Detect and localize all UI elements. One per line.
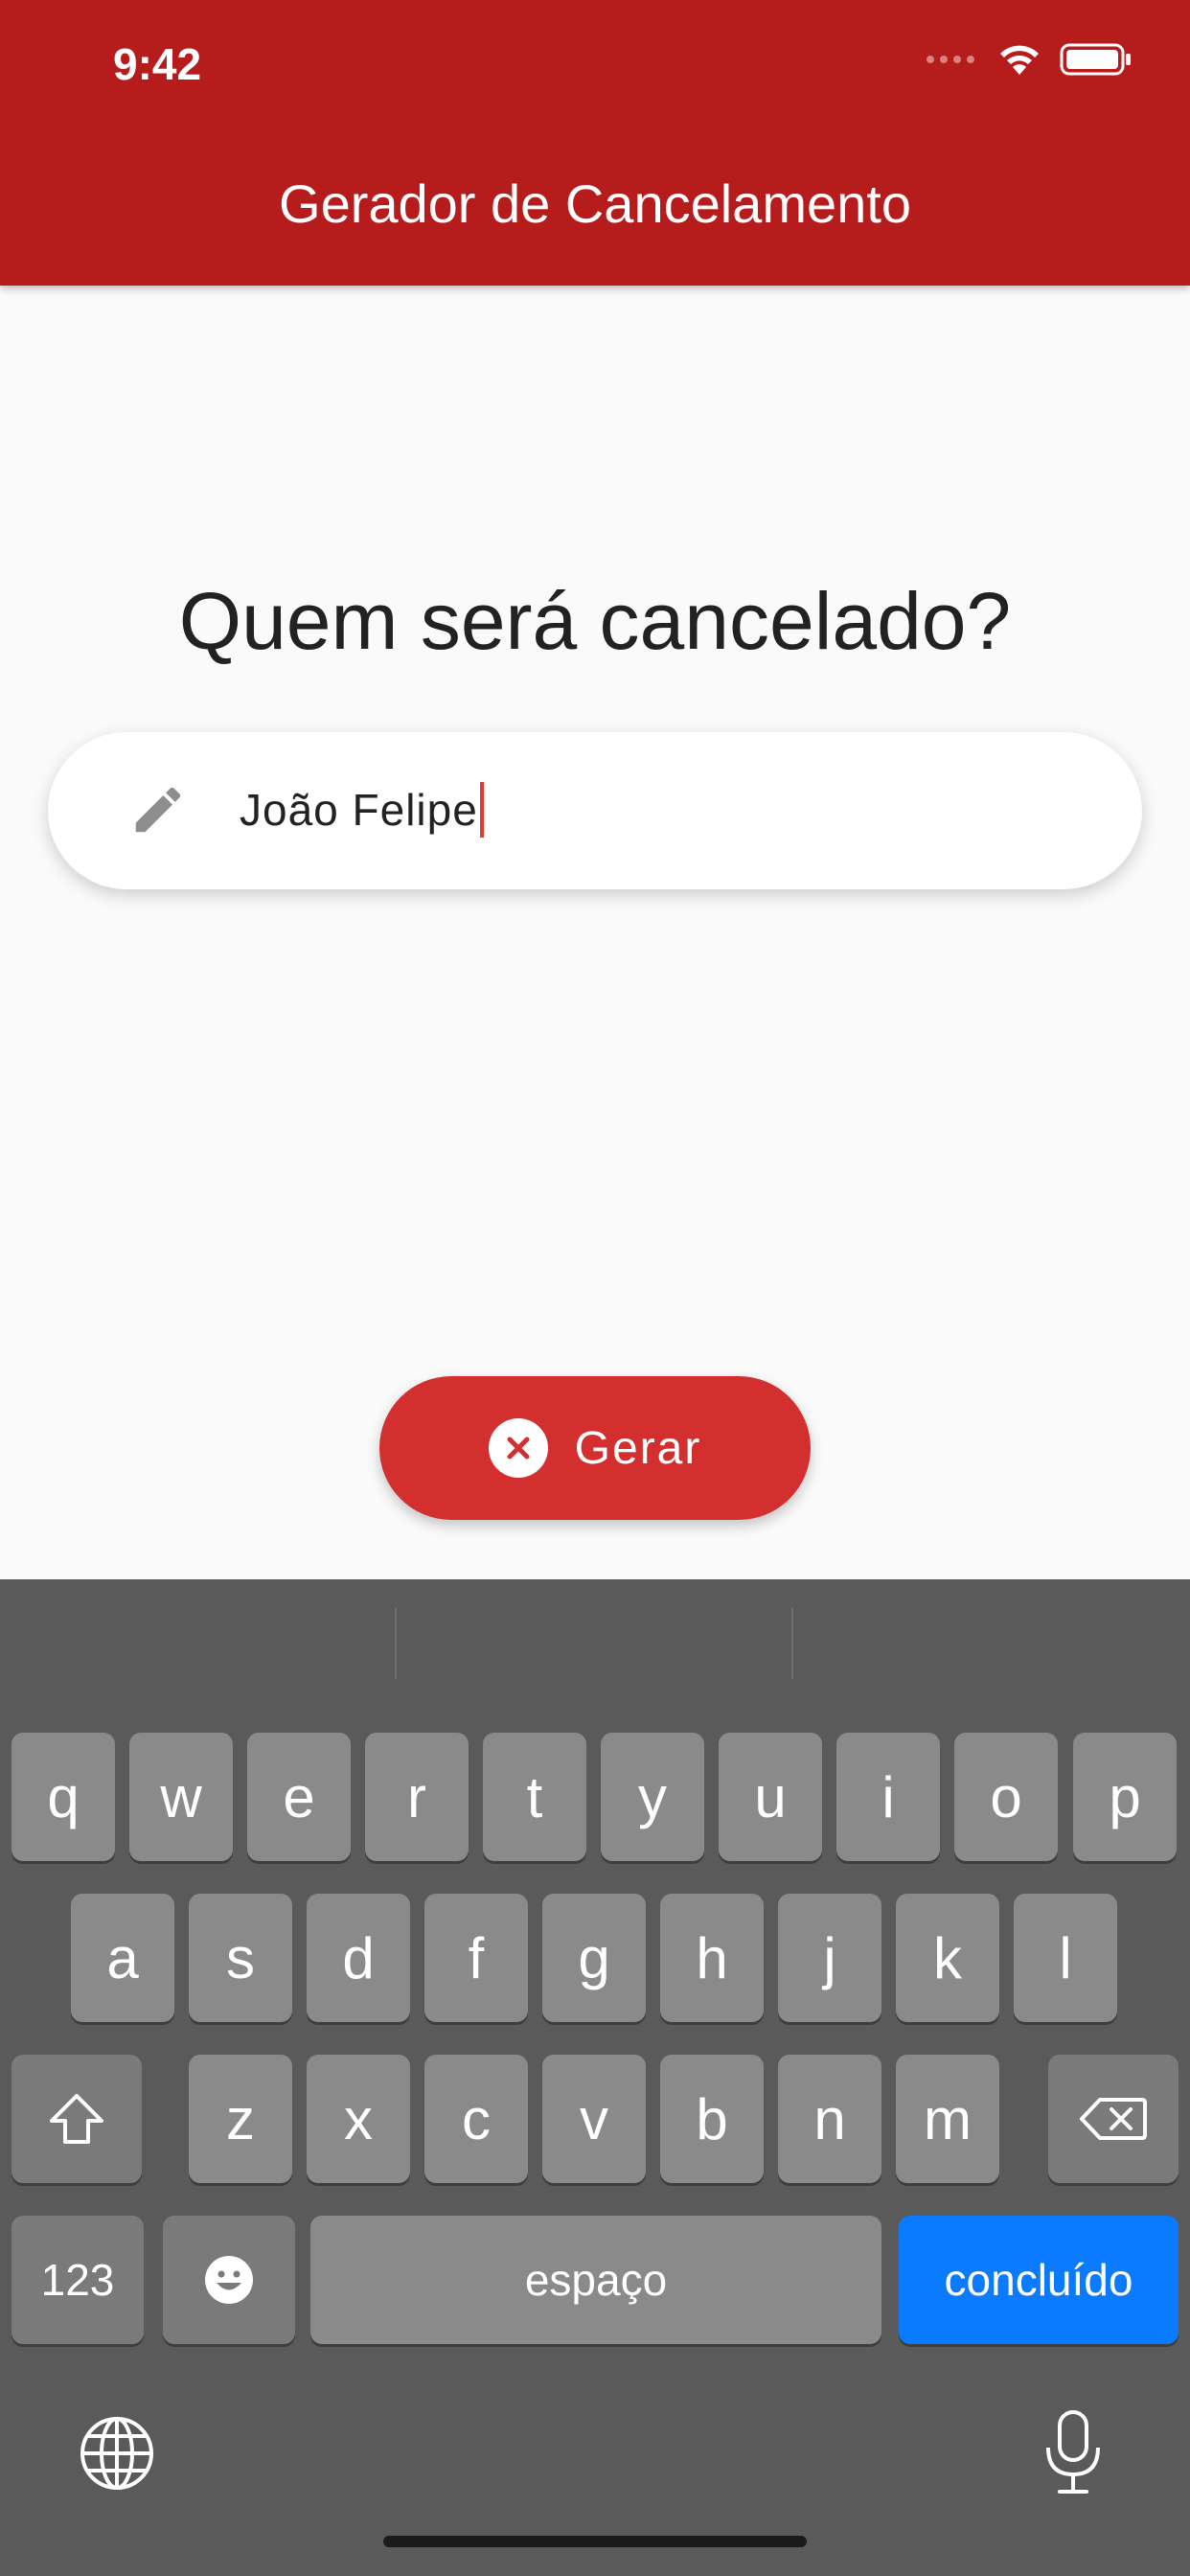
key-n[interactable]: n [778,2055,881,2183]
name-input-value: João Felipe [240,782,484,838]
key-o[interactable]: o [954,1733,1058,1861]
page-question: Quem será cancelado? [178,576,1012,666]
text-caret [479,782,484,838]
done-key[interactable]: concluído [899,2216,1179,2344]
key-y[interactable]: y [601,1733,704,1861]
key-r[interactable]: r [365,1733,469,1861]
key-f[interactable]: f [424,1894,528,2022]
key-g[interactable]: g [542,1894,646,2022]
wifi-icon [1000,45,1039,75]
key-w[interactable]: w [129,1733,233,1861]
microphone-icon[interactable] [1042,2409,1104,2496]
emoji-key[interactable] [163,2216,295,2344]
key-x[interactable]: x [307,2055,410,2183]
key-p[interactable]: p [1073,1733,1177,1861]
generate-button[interactable]: Gerar [379,1376,811,1520]
keyboard: q w e r t y u i o p a s d f g h j k l z … [0,1579,1190,2576]
suggestion-divider [791,1608,793,1679]
backspace-icon [1080,2098,1147,2140]
key-c[interactable]: c [424,2055,528,2183]
key-h[interactable]: h [660,1894,764,2022]
emoji-icon [205,2256,253,2304]
suggestion-divider [395,1608,397,1679]
key-j[interactable]: j [778,1894,881,2022]
key-a[interactable]: a [71,1894,174,2022]
shift-icon [50,2094,103,2144]
status-time: 9:42 [113,39,202,89]
generate-button-label: Gerar [574,1422,702,1474]
key-z[interactable]: z [189,2055,292,2183]
name-input[interactable]: João Felipe [48,732,1142,889]
backspace-key[interactable] [1048,2055,1179,2183]
name-input-text: João Felipe [240,785,478,835]
pencil-icon [135,787,181,833]
key-d[interactable]: d [307,1894,410,2022]
shift-key[interactable] [11,2055,142,2183]
key-k[interactable]: k [896,1894,999,2022]
status-icons [926,42,1133,77]
key-v[interactable]: v [542,2055,646,2183]
app-title: Gerador de Cancelamento [279,173,911,234]
cancel-circle-icon [488,1418,548,1478]
key-q[interactable]: q [11,1733,115,1861]
key-s[interactable]: s [189,1894,292,2022]
key-e[interactable]: e [247,1733,351,1861]
key-m[interactable]: m [896,2055,999,2183]
signal-icon [927,56,974,63]
app-bar: 9:42 Gerador de Cancelamento [0,0,1190,286]
space-key[interactable]: espaço [310,2216,881,2344]
home-indicator[interactable] [383,2536,807,2547]
globe-icon[interactable] [79,2415,155,2492]
key-u[interactable]: u [719,1733,822,1861]
key-i[interactable]: i [836,1733,940,1861]
key-b[interactable]: b [660,2055,764,2183]
battery-icon [1060,43,1131,76]
key-t[interactable]: t [483,1733,586,1861]
key-l[interactable]: l [1014,1894,1117,2022]
numbers-key[interactable]: 123 [11,2216,144,2344]
